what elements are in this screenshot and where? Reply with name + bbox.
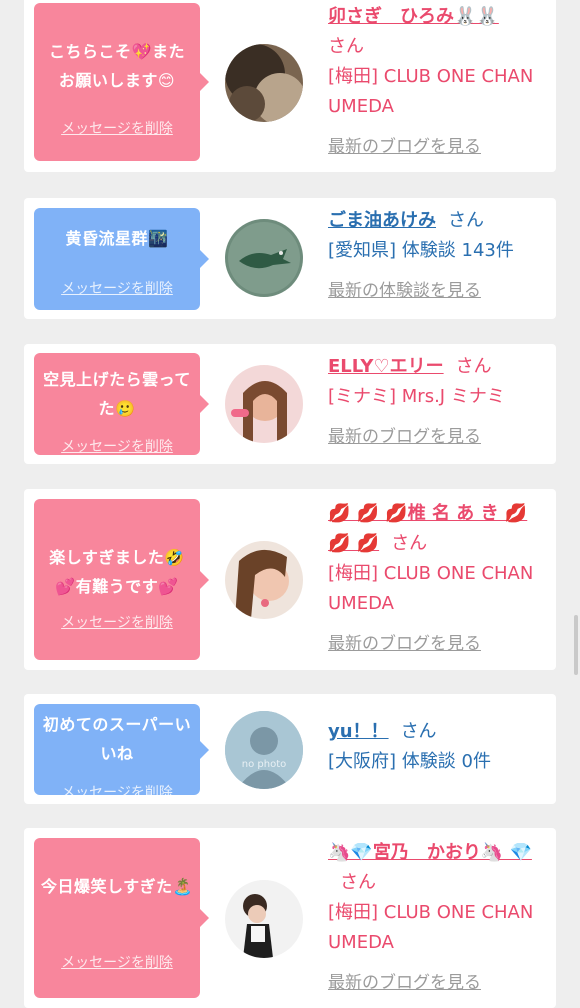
no-photo-label: no photo [241, 759, 287, 770]
san-label: さん [448, 210, 484, 231]
message-bubble: 楽しすぎました🤣 💕有難うです💕 メッセージを削除 [34, 499, 209, 660]
like-card: 初めてのスーパーいいね メッセージを削除 no photo yu！！ さん [大阪… [24, 694, 556, 804]
message-text: 空見上げたら雲ってた🥲 [43, 370, 191, 418]
delete-message-link[interactable]: メッセージを削除 [34, 118, 200, 138]
like-card: こちらこそ💖また お願いします😊 メッセージを削除 卯さぎ ひろみ🐰🐰 さん [… [24, 0, 556, 172]
user-name-link[interactable]: yu！！ [328, 721, 389, 742]
avatar-photo [225, 880, 303, 958]
user-name-link[interactable]: 🦄💎宮乃 かおり🦄 💎 [328, 842, 532, 863]
user-name-link[interactable]: ELLY♡エリー [328, 356, 444, 377]
like-card: 空見上げたら雲ってた🥲 メッセージを削除 ELLY♡エリー さん [ミナミ] Mr… [24, 344, 556, 464]
delete-message-link[interactable]: メッセージを削除 [34, 952, 200, 972]
latest-blog-link[interactable]: 最新のブログを見る [328, 968, 550, 998]
like-card: 黄昏流星群🌃 メッセージを削除 ごま油あけみ さん [愛知県] 体験談 143件 … [24, 198, 556, 319]
user-name-link[interactable]: 卯さぎ ひろみ🐰🐰 [328, 6, 499, 27]
delete-message-link[interactable]: メッセージを削除 [34, 782, 200, 802]
shop-name: [梅田] CLUB ONE CHAN UMEDA [328, 902, 534, 953]
avatar-photo [225, 541, 303, 619]
latest-review-link[interactable]: 最新の体験談を見る [328, 276, 550, 306]
user-name-link[interactable]: 💋 💋 💋椎 名 あ き 💋 💋 💋 [328, 503, 527, 554]
message-bubble: 空見上げたら雲ってた🥲 メッセージを削除 [34, 353, 209, 456]
san-label: さん [455, 356, 492, 377]
delete-message-link[interactable]: メッセージを削除 [34, 612, 200, 632]
message-bubble: 今日爆笑しすぎた🏝️ メッセージを削除 [34, 838, 209, 998]
user-info: 卯さぎ ひろみ🐰🐰 さん [梅田] CLUB ONE CHAN UMEDA 最新… [328, 2, 550, 162]
scrollbar[interactable] [574, 615, 578, 675]
delete-message-link[interactable]: メッセージを削除 [34, 278, 200, 298]
message-bubble: こちらこそ💖また お願いします😊 メッセージを削除 [34, 3, 209, 161]
user-info: 💋 💋 💋椎 名 あ き 💋 💋 💋 さん [梅田] CLUB ONE CHAN … [328, 499, 550, 659]
shop-name: [梅田] CLUB ONE CHAN UMEDA [328, 66, 534, 117]
user-name-link[interactable]: ごま油あけみ [328, 210, 436, 231]
delete-message-link[interactable]: メッセージを削除 [34, 436, 200, 456]
user-info: ELLY♡エリー さん [ミナミ] Mrs.J ミナミ 最新のブログを見る [328, 352, 550, 452]
avatar[interactable] [225, 365, 303, 443]
avatar-photo [225, 44, 303, 122]
shop-name: [梅田] CLUB ONE CHAN UMEDA [328, 563, 534, 614]
avatar[interactable]: no photo [225, 711, 303, 789]
shop-name: [ミナミ] Mrs.J ミナミ [328, 386, 505, 407]
avatar[interactable] [225, 880, 303, 958]
message-text: 初めてのスーパーいいね [42, 715, 192, 763]
avatar-photo [225, 219, 303, 297]
message-text: 今日爆笑しすぎた🏝️ [40, 877, 194, 896]
san-label: さん [391, 533, 428, 554]
message-text: 楽しすぎました🤣 💕有難うです💕 [49, 548, 185, 596]
like-card: 今日爆笑しすぎた🏝️ メッセージを削除 🦄💎宮乃 かおり🦄 💎 さん [梅田] C… [24, 828, 556, 1008]
shop-name: [愛知県] 体験談 143件 [328, 240, 514, 261]
avatar[interactable] [225, 219, 303, 297]
no-photo-icon [225, 711, 303, 789]
user-info: ごま油あけみ さん [愛知県] 体験談 143件 最新の体験談を見る [328, 206, 550, 306]
message-bubble: 初めてのスーパーいいね メッセージを削除 [34, 704, 209, 801]
shop-name: [大阪府] 体験談 0件 [328, 751, 491, 772]
san-label: さん [340, 872, 376, 893]
message-text: 黄昏流星群🌃 [65, 229, 169, 248]
avatar[interactable] [225, 541, 303, 619]
latest-blog-link[interactable]: 最新のブログを見る [328, 629, 550, 659]
avatar-photo [225, 365, 303, 443]
like-card: 楽しすぎました🤣 💕有難うです💕 メッセージを削除 💋 💋 💋椎 名 あ き 💋… [24, 489, 556, 670]
latest-blog-link[interactable]: 最新のブログを見る [328, 132, 550, 162]
latest-blog-link[interactable]: 最新のブログを見る [328, 422, 550, 452]
message-text: こちらこそ💖また お願いします😊 [49, 42, 185, 90]
user-info: yu！！ さん [大阪府] 体験談 0件 [328, 717, 550, 777]
message-bubble: 黄昏流星群🌃 メッセージを削除 [34, 208, 209, 310]
avatar[interactable] [225, 44, 303, 122]
san-label: さん [400, 721, 437, 742]
san-label: さん [328, 36, 364, 57]
user-info: 🦄💎宮乃 かおり🦄 💎 さん [梅田] CLUB ONE CHAN UMEDA 最… [328, 838, 550, 998]
